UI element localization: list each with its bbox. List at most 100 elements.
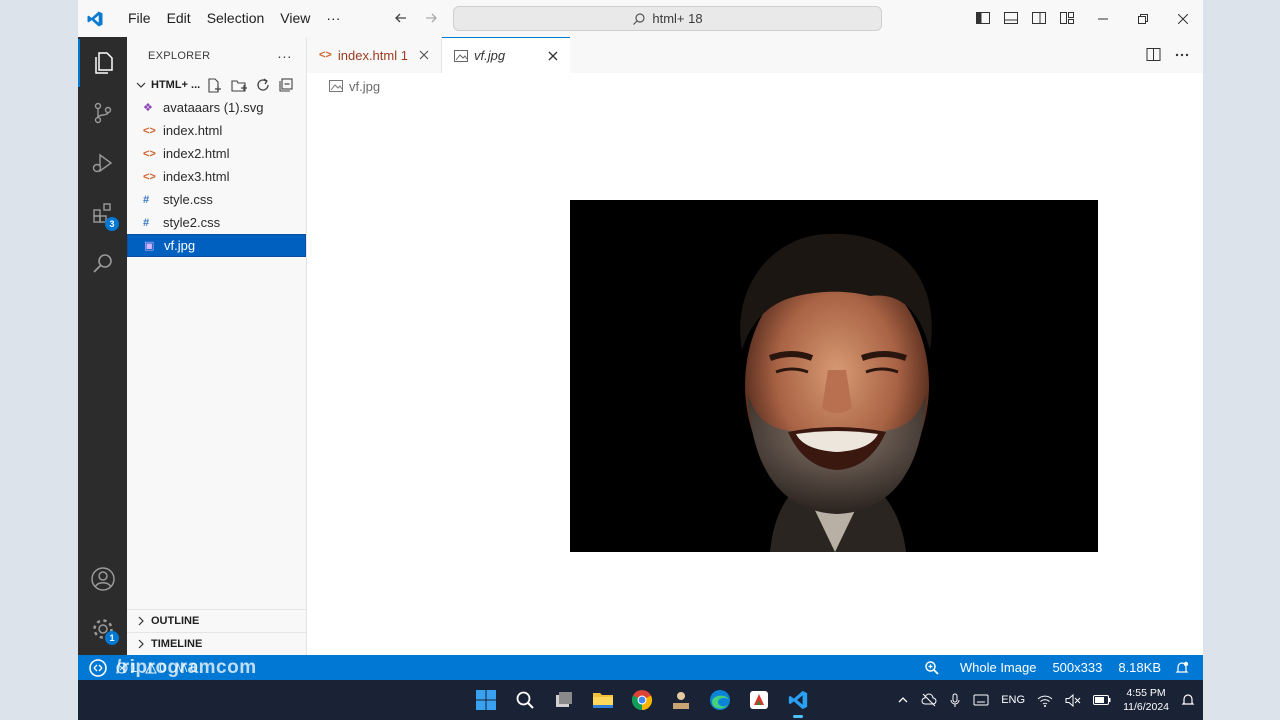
layout-controls	[975, 10, 1075, 26]
explorer-more-button[interactable]: ···	[277, 48, 292, 64]
view-mode[interactable]: Whole Image	[952, 660, 1045, 675]
outline-section[interactable]: OUTLINE	[127, 609, 307, 632]
menu-more[interactable]: ···	[318, 0, 348, 37]
vscode-taskbar-icon[interactable]	[784, 686, 812, 718]
file-name: index.html	[163, 123, 223, 138]
file-name: index2.html	[163, 146, 230, 161]
menu-edit[interactable]: Edit	[159, 0, 199, 37]
forward-arrow-icon[interactable]	[422, 9, 440, 27]
extensions-icon[interactable]: 3	[78, 189, 127, 237]
extensions-badge: 3	[105, 217, 119, 231]
file-item[interactable]: # style2.css	[127, 211, 306, 234]
new-folder-icon[interactable]	[230, 77, 248, 94]
file-name: style.css	[163, 192, 213, 207]
keyboard-icon[interactable]	[973, 694, 989, 706]
taskbar-apps	[472, 686, 812, 718]
file-item-selected[interactable]: ▣ vf.jpg	[127, 234, 306, 257]
menu-bar: File Edit Selection View ···	[120, 0, 348, 37]
source-control-icon[interactable]	[78, 89, 127, 137]
windows-taskbar: ENG 4:55 PM 11/6/2024	[78, 680, 1203, 720]
workspace-folder[interactable]: HTML+ ...	[127, 74, 306, 96]
html-file-icon: <>	[143, 147, 156, 160]
image-file-size[interactable]: 8.18KB	[1110, 660, 1169, 675]
system-tray: ENG 4:55 PM 11/6/2024	[897, 680, 1195, 720]
css-file-icon: #	[143, 216, 150, 229]
task-view-icon[interactable]	[550, 686, 578, 714]
microphone-icon[interactable]	[949, 693, 961, 708]
explorer-title: EXPLORER	[148, 49, 211, 62]
toggle-primary-sidebar-icon[interactable]	[975, 10, 991, 26]
search-activity-icon[interactable]	[78, 239, 127, 287]
taskbar-search-icon[interactable]	[511, 686, 539, 714]
accounts-icon[interactable]	[78, 555, 127, 603]
media-app-icon[interactable]	[745, 686, 773, 714]
explorer-icon[interactable]	[78, 39, 127, 87]
toggle-secondary-sidebar-icon[interactable]	[1031, 10, 1047, 26]
file-explorer-icon[interactable]	[589, 686, 617, 714]
editor-tabs: <> index.html 1 vf.jpg	[307, 37, 1203, 73]
split-editor-icon[interactable]	[1146, 47, 1161, 62]
menu-file[interactable]: File	[120, 0, 159, 37]
status-bar: 1 0 0 /riprogramcom Whole Image 500x333 …	[78, 655, 1203, 680]
cloud-off-icon[interactable]	[921, 693, 937, 707]
toggle-panel-icon[interactable]	[1003, 10, 1019, 26]
folder-actions	[206, 77, 294, 94]
timeline-section[interactable]: TIMELINE	[127, 632, 307, 655]
input-language[interactable]: ENG	[1001, 694, 1025, 706]
image-dimensions[interactable]: 500x333	[1044, 660, 1110, 675]
volume-muted-icon[interactable]	[1065, 693, 1081, 707]
image-file-icon: ▣	[144, 240, 155, 252]
windows-start-icon[interactable]	[472, 686, 500, 714]
file-item[interactable]: # style.css	[127, 188, 306, 211]
battery-icon[interactable]	[1093, 695, 1111, 705]
wifi-icon[interactable]	[1037, 694, 1053, 707]
file-item[interactable]: <> index2.html	[127, 142, 306, 165]
image-file-icon	[454, 49, 468, 62]
notifications-bell-icon[interactable]	[1169, 661, 1203, 675]
css-file-icon: #	[143, 193, 150, 206]
menu-selection[interactable]: Selection	[199, 0, 273, 37]
html-file-icon: <>	[143, 170, 156, 183]
menu-view[interactable]: View	[272, 0, 318, 37]
breadcrumb-file[interactable]: vf.jpg	[349, 79, 380, 94]
system-clock[interactable]: 4:55 PM 11/6/2024	[1123, 686, 1169, 714]
app-user-icon[interactable]	[667, 686, 695, 714]
remote-icon[interactable]	[88, 658, 108, 678]
vscode-logo-icon	[78, 0, 112, 37]
status-right: Whole Image 500x333 8.18KB	[912, 655, 1203, 680]
command-center-search[interactable]: html+ 18	[453, 6, 882, 31]
chrome-icon[interactable]	[628, 686, 656, 714]
image-preview	[570, 200, 1098, 552]
chevron-up-icon[interactable]	[897, 694, 909, 706]
file-item[interactable]: ❖ avataaars (1).svg	[127, 96, 306, 119]
timeline-label: TIMELINE	[151, 638, 203, 650]
run-debug-icon[interactable]	[78, 139, 127, 187]
chevron-right-icon	[135, 638, 147, 650]
close-tab-icon[interactable]	[419, 50, 429, 60]
file-list: ❖ avataaars (1).svg <> index.html <> index2…	[127, 96, 306, 257]
refresh-icon[interactable]	[255, 77, 271, 94]
new-file-icon[interactable]	[206, 77, 223, 94]
tab-vf-jpg[interactable]: vf.jpg	[442, 37, 570, 73]
close-tab-icon[interactable]	[548, 51, 558, 61]
minimize-icon[interactable]	[1083, 0, 1123, 37]
file-name: avataaars (1).svg	[163, 100, 264, 115]
more-actions-icon[interactable]	[1175, 47, 1189, 62]
file-item[interactable]: <> index3.html	[127, 165, 306, 188]
zoom-icon[interactable]	[912, 660, 952, 676]
customize-layout-icon[interactable]	[1059, 10, 1075, 26]
file-item[interactable]: <> index.html	[127, 119, 306, 142]
outline-label: OUTLINE	[151, 615, 200, 627]
notification-center-icon[interactable]	[1181, 693, 1195, 707]
tab-label: index.html 1	[337, 47, 408, 63]
close-window-icon[interactable]	[1163, 0, 1203, 37]
restore-icon[interactable]	[1123, 0, 1163, 37]
tab-index-html[interactable]: <> index.html 1	[307, 37, 442, 73]
back-arrow-icon[interactable]	[392, 9, 410, 27]
edge-icon[interactable]	[706, 686, 734, 714]
collapse-all-icon[interactable]	[278, 77, 294, 94]
vscode-window: File Edit Selection View ··· html+ 18 3 …	[78, 0, 1203, 680]
nav-arrows	[392, 9, 440, 27]
svg-file-icon: ❖	[143, 102, 153, 114]
settings-gear-icon[interactable]: 1	[78, 605, 127, 653]
